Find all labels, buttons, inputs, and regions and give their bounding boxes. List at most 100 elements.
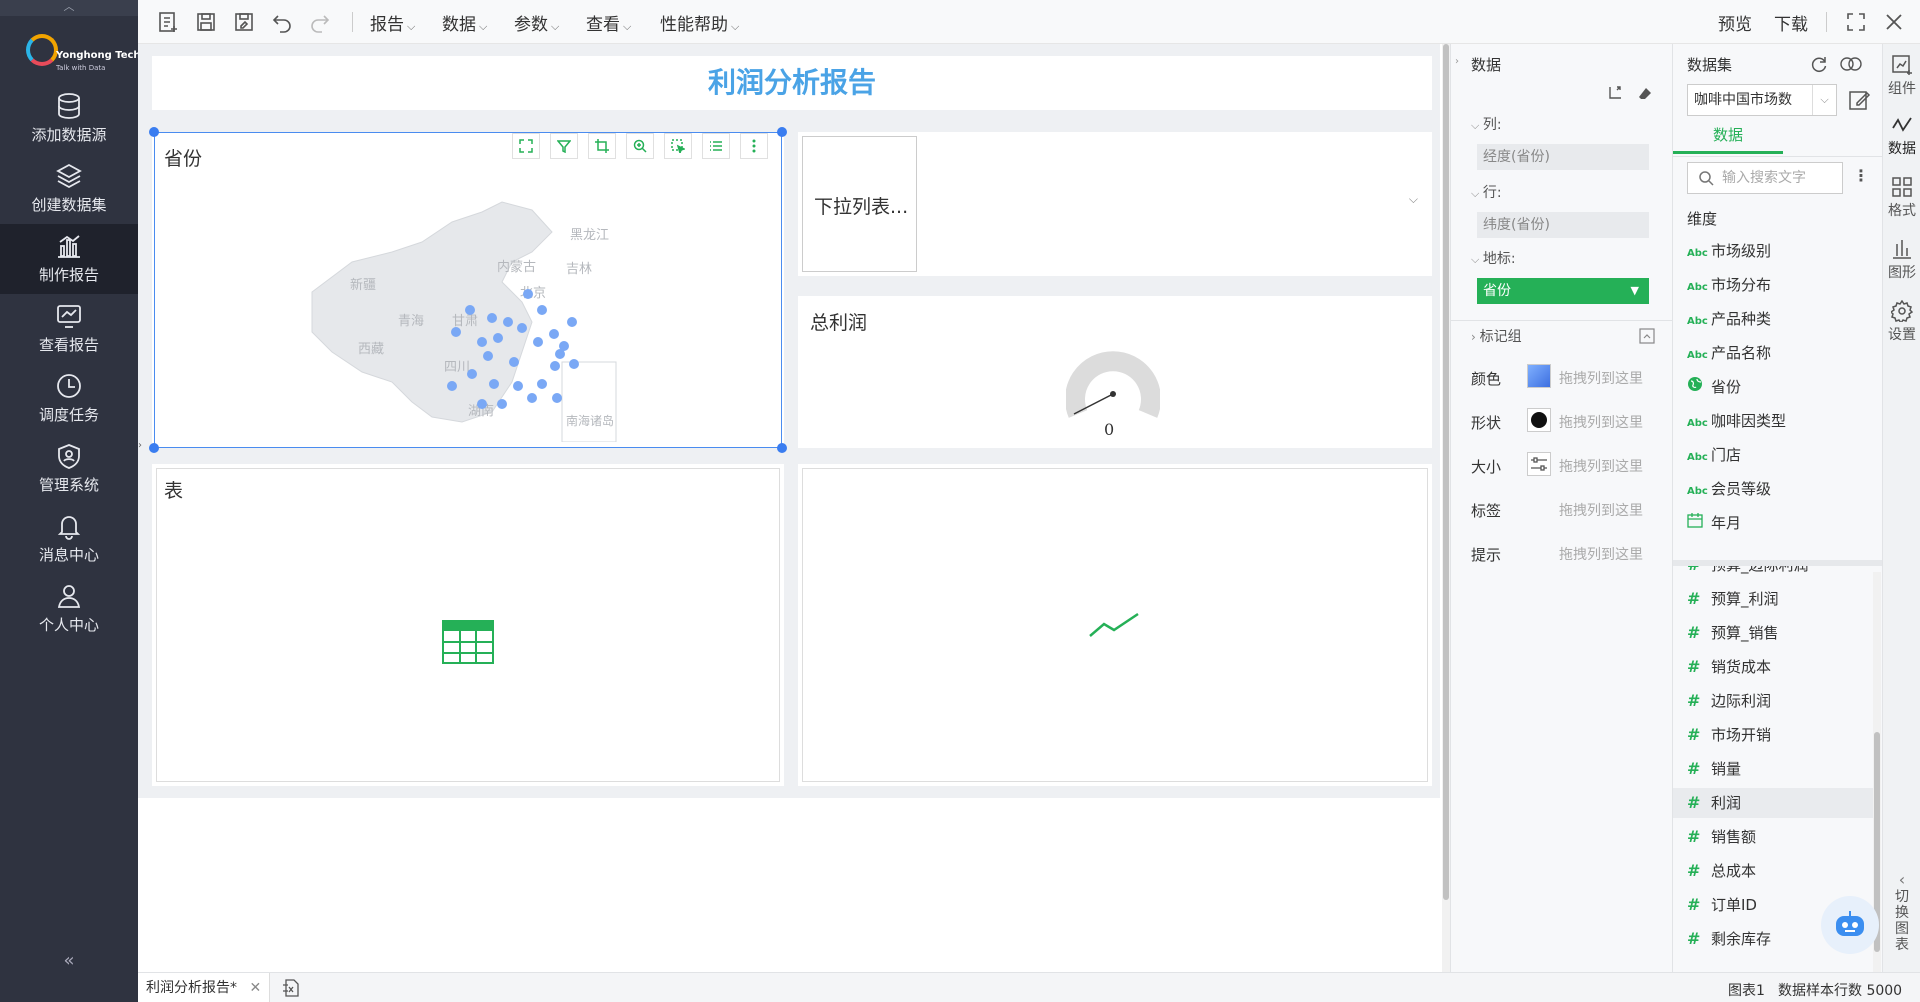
line-chart-panel[interactable] xyxy=(798,464,1432,786)
field-measure[interactable]: # 销量 xyxy=(1687,754,1877,784)
dataset-select[interactable]: 咖啡中国市场数 ⌵ xyxy=(1687,84,1837,116)
field-dimension[interactable]: Abc 咖啡因类型 xyxy=(1687,406,1877,436)
table-panel[interactable]: 表 xyxy=(152,464,784,786)
sidebar-item-make-report[interactable]: 制作报告 xyxy=(0,224,138,294)
field-measure[interactable]: #预算_边际利润 xyxy=(1687,566,1877,580)
mark-color-row[interactable]: 颜色 拖拽列到这里 xyxy=(1471,362,1661,392)
tab-data[interactable]: 数据 xyxy=(1673,124,1783,154)
menu-help[interactable]: 性能帮助 ⌵ xyxy=(660,10,739,35)
menu-view[interactable]: 查看 ⌵ xyxy=(586,10,631,35)
dataset-link-icon[interactable] xyxy=(1839,54,1863,74)
rail-components[interactable]: 组件 xyxy=(1883,54,1920,98)
caret-down-icon[interactable]: ▼ xyxy=(1631,278,1639,304)
crop-icon[interactable] xyxy=(588,133,616,159)
collapse-sidebar-icon[interactable]: « xyxy=(0,950,138,971)
resize-handle[interactable] xyxy=(777,443,787,453)
drop-hint: 拖拽列到这里 xyxy=(1559,415,1643,431)
size-slider-icon[interactable] xyxy=(1527,452,1551,476)
sidebar-item-messages[interactable]: 消息中心 xyxy=(0,504,138,574)
redo-icon[interactable] xyxy=(308,10,332,34)
field-dimension[interactable]: Abc 市场级别 xyxy=(1687,236,1877,266)
sidebar-item-profile[interactable]: 个人中心 xyxy=(0,574,138,644)
geo-field-chip[interactable]: 省份 ▼ xyxy=(1477,278,1649,304)
menu-parameters[interactable]: 参数 ⌵ xyxy=(514,10,559,35)
more-options-icon[interactable] xyxy=(740,133,768,159)
mark-group-settings-icon[interactable] xyxy=(1639,328,1655,344)
field-measure[interactable]: # 预算_销售 xyxy=(1687,618,1877,648)
field-measure-highlighted[interactable]: # 利润 xyxy=(1673,788,1881,818)
sidebar-item-schedule[interactable]: 调度任务 xyxy=(0,364,138,434)
field-measure[interactable]: # 市场开销 xyxy=(1687,720,1877,750)
mark-group-section[interactable]: › 标记组 xyxy=(1471,326,1522,346)
rail-switch-chart[interactable]: ‹ 切换图表 xyxy=(1883,870,1920,953)
close-tab-icon[interactable]: ✕ xyxy=(249,980,261,996)
canvas-scrollbar[interactable] xyxy=(1442,44,1450,972)
expand-icon[interactable] xyxy=(512,133,540,159)
undo-icon[interactable] xyxy=(270,10,294,34)
field-dimension[interactable]: Abc 会员等级 xyxy=(1687,474,1877,504)
mark-shape-row[interactable]: 形状 拖拽列到这里 xyxy=(1471,406,1661,436)
geo-section[interactable]: ⌵ 地标: xyxy=(1471,248,1516,268)
download-button[interactable]: 下载 xyxy=(1774,10,1808,35)
field-measure[interactable]: # 预算_利润 xyxy=(1687,584,1877,614)
sidebar-item-admin[interactable]: 管理系统 xyxy=(0,434,138,504)
zoom-icon[interactable] xyxy=(626,133,654,159)
mark-label-row[interactable]: 标签 拖拽列到这里 xyxy=(1471,494,1661,524)
field-measure[interactable]: # 销售额 xyxy=(1687,822,1877,852)
rail-settings[interactable]: 设置 xyxy=(1883,300,1920,344)
field-dimension[interactable]: Abc 产品种类 xyxy=(1687,304,1877,334)
report-tab[interactable]: 利润分析报告* ✕ xyxy=(138,973,271,1002)
shape-circle-icon[interactable] xyxy=(1527,408,1551,432)
edit-dataset-icon[interactable] xyxy=(1847,88,1871,112)
eraser-icon[interactable] xyxy=(1637,86,1653,102)
save-as-icon[interactable] xyxy=(232,10,256,34)
columns-section[interactable]: ⌵ 列: xyxy=(1471,114,1502,134)
menu-report[interactable]: 报告 ⌵ xyxy=(370,10,415,35)
field-dimension[interactable]: 年月 xyxy=(1687,508,1877,538)
menu-data[interactable]: 数据 ⌵ xyxy=(442,10,487,35)
field-dimension[interactable]: 省份 xyxy=(1687,372,1877,402)
mark-tooltip-row[interactable]: 提示 拖拽列到这里 xyxy=(1471,538,1661,568)
sidebar-item-view-report[interactable]: 查看报告 xyxy=(0,294,138,364)
more-options-icon[interactable]: ⋮ xyxy=(1853,166,1869,185)
field-search-input[interactable]: 输入搜索文字 xyxy=(1687,162,1843,194)
sidebar-item-add-datasource[interactable]: 添加数据源 xyxy=(0,84,138,154)
resize-handle[interactable] xyxy=(149,127,159,137)
field-dimension[interactable]: Abc 市场分布 xyxy=(1687,270,1877,300)
export-excel-icon[interactable] xyxy=(282,979,300,997)
save-icon[interactable] xyxy=(194,10,218,34)
rail-format[interactable]: 格式 xyxy=(1883,176,1920,220)
rail-data[interactable]: 数据 xyxy=(1883,114,1920,158)
gauge-panel[interactable]: 总利润 0 xyxy=(798,296,1432,448)
canvas-scrollbar-thumb[interactable] xyxy=(1443,44,1449,900)
rows-section[interactable]: ⌵ 行: xyxy=(1471,182,1502,202)
columns-drop-chip[interactable]: 经度(省份) xyxy=(1477,144,1649,170)
select-icon[interactable] xyxy=(664,133,692,159)
report-title[interactable]: 利润分析报告 xyxy=(152,56,1432,110)
fullscreen-icon[interactable] xyxy=(1844,10,1868,34)
dropdown-list-select[interactable]: ⌵ xyxy=(916,136,1428,272)
collapse-panel-icon[interactable]: › xyxy=(1455,56,1459,67)
resize-handle[interactable] xyxy=(777,127,787,137)
list-icon[interactable] xyxy=(702,133,730,159)
resize-handle[interactable] xyxy=(149,443,159,453)
refresh-icon[interactable] xyxy=(1809,54,1829,74)
rows-drop-chip[interactable]: 纬度(省份) xyxy=(1477,212,1649,238)
collapse-up-icon[interactable]: ︿ xyxy=(0,0,138,16)
field-measure[interactable]: # 边际利润 xyxy=(1687,686,1877,716)
field-dimension[interactable]: Abc 产品名称 xyxy=(1687,338,1877,368)
preview-button[interactable]: 预览 xyxy=(1718,10,1752,35)
swap-axes-icon[interactable] xyxy=(1607,86,1623,102)
rail-graphics[interactable]: 图形 xyxy=(1883,238,1920,282)
close-icon[interactable] xyxy=(1882,10,1906,34)
assistant-robot-icon[interactable] xyxy=(1821,896,1879,954)
mark-size-row[interactable]: 大小 拖拽列到这里 xyxy=(1471,450,1661,480)
field-measure[interactable]: # 销货成本 xyxy=(1687,652,1877,682)
field-dimension[interactable]: Abc 门店 xyxy=(1687,440,1877,470)
field-measure[interactable]: # 总成本 xyxy=(1687,856,1877,886)
expand-left-icon[interactable]: › xyxy=(138,440,148,460)
new-report-icon[interactable] xyxy=(156,10,180,34)
filter-icon[interactable] xyxy=(550,133,578,159)
sidebar-item-create-dataset[interactable]: 创建数据集 xyxy=(0,154,138,224)
color-swatch-icon[interactable] xyxy=(1527,364,1551,388)
